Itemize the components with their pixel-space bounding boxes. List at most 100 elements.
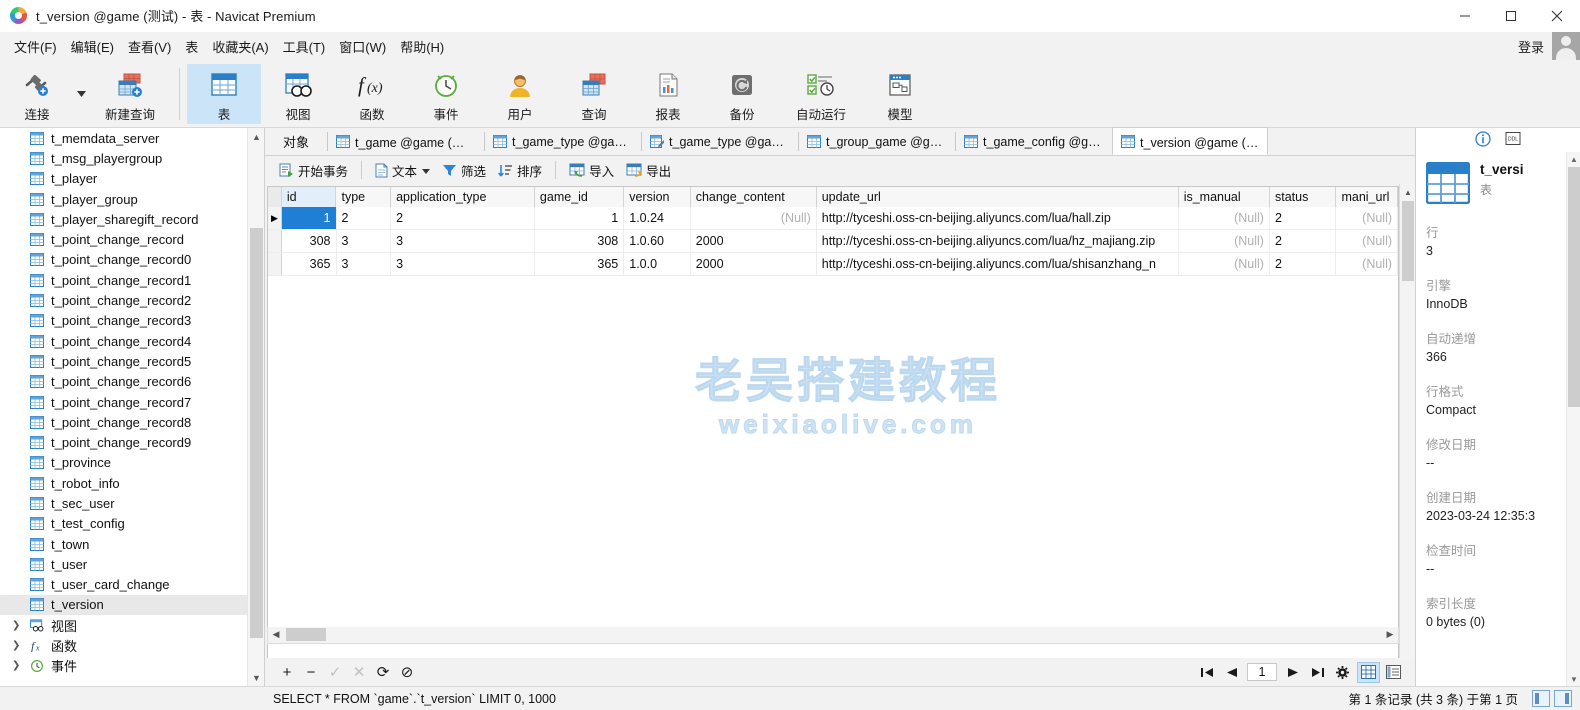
toolbar-connection[interactable]: 连接 bbox=[0, 64, 74, 124]
grid-view-icon[interactable] bbox=[1357, 662, 1380, 683]
cell-change_content[interactable]: (Null) bbox=[691, 207, 817, 229]
text-dropdown-icon[interactable] bbox=[422, 163, 430, 177]
cell-is_manual[interactable]: (Null) bbox=[1179, 253, 1270, 275]
sort-button[interactable]: 排序 bbox=[492, 158, 548, 182]
toolbar-user[interactable]: 用户 bbox=[483, 64, 557, 124]
sidebar-item-t_memdata_server[interactable]: t_memdata_server bbox=[0, 128, 247, 148]
cell-status[interactable]: 2 bbox=[1270, 207, 1337, 229]
sidebar-item-t_point_change_record0[interactable]: t_point_change_record0 bbox=[0, 250, 247, 270]
sidebar-item-t_test_config[interactable]: t_test_config bbox=[0, 514, 247, 534]
grid-scroll-right-icon[interactable]: ▶ bbox=[1382, 627, 1398, 642]
toolbar-model[interactable]: 模型 bbox=[863, 64, 937, 124]
cell-id[interactable]: 365 bbox=[282, 253, 337, 275]
page-number-input[interactable]: 1 bbox=[1247, 663, 1277, 681]
first-page-icon[interactable] bbox=[1194, 661, 1219, 683]
column-header-update_url[interactable]: update_url bbox=[817, 187, 1179, 207]
toolbar-table[interactable]: 表 bbox=[187, 64, 261, 124]
delete-record-button[interactable]: − bbox=[299, 661, 323, 683]
cell-game_id[interactable]: 365 bbox=[535, 253, 624, 275]
sidebar-item-t_player_sharegift_record[interactable]: t_player_sharegift_record bbox=[0, 209, 247, 229]
objects-tab[interactable]: 对象 bbox=[265, 127, 327, 155]
cell-is_manual[interactable]: (Null) bbox=[1179, 207, 1270, 229]
editor-tab-3[interactable]: t_group_game @gam... bbox=[799, 128, 955, 155]
editor-tab-0[interactable]: t_game @game (测试) ... bbox=[328, 128, 484, 155]
cell-application_type[interactable]: 2 bbox=[391, 207, 535, 229]
sidebar-item-t_point_change_record3[interactable]: t_point_change_record3 bbox=[0, 311, 247, 331]
sidebar-item-t_user[interactable]: t_user bbox=[0, 554, 247, 574]
begin-transaction-button[interactable]: 开始事务 bbox=[273, 158, 354, 182]
toolbar-backup[interactable]: 备份 bbox=[705, 64, 779, 124]
info-scroll-thumb[interactable] bbox=[1568, 167, 1580, 407]
form-view-icon[interactable] bbox=[1382, 662, 1405, 683]
prev-page-icon[interactable] bbox=[1219, 661, 1244, 683]
grid-scroll-up-icon[interactable]: ▲ bbox=[1400, 184, 1416, 200]
column-header-change_content[interactable]: change_content bbox=[691, 187, 817, 207]
column-header-version[interactable]: version bbox=[624, 187, 690, 207]
chevron-right-icon[interactable]: ❯ bbox=[12, 620, 24, 631]
menu-favorites[interactable]: 收藏夹(A) bbox=[205, 33, 275, 60]
grid-vertical-scrollbar[interactable]: ▲ ▼ bbox=[1399, 184, 1415, 710]
cell-id[interactable]: 1 bbox=[282, 207, 337, 229]
sidebar-item-t_msg_playergroup[interactable]: t_msg_playergroup bbox=[0, 148, 247, 168]
menu-help[interactable]: 帮助(H) bbox=[393, 33, 451, 60]
sidebar-item-t_point_change_record4[interactable]: t_point_change_record4 bbox=[0, 331, 247, 351]
sidebar-item-t_point_change_record8[interactable]: t_point_change_record8 bbox=[0, 412, 247, 432]
grid-scroll-left-icon[interactable]: ◀ bbox=[268, 627, 284, 642]
menu-window[interactable]: 窗口(W) bbox=[332, 33, 393, 60]
sidebar-scrollbar[interactable]: ▲ ▼ bbox=[247, 128, 264, 686]
toolbar-query[interactable]: 查询 bbox=[557, 64, 631, 124]
login-button[interactable]: 登录 bbox=[1518, 37, 1544, 56]
cell-version[interactable]: 1.0.60 bbox=[624, 230, 691, 252]
toolbar-new-query[interactable]: 新建查询 bbox=[88, 64, 172, 124]
text-button[interactable]: 文本 bbox=[369, 158, 436, 182]
chevron-right-icon[interactable]: ❯ bbox=[12, 660, 24, 671]
cell-id[interactable]: 308 bbox=[282, 230, 337, 252]
cell-mani_url[interactable]: (Null) bbox=[1336, 253, 1398, 275]
filter-button[interactable]: 筛选 bbox=[436, 158, 492, 182]
sidebar-item-t_player_group[interactable]: t_player_group bbox=[0, 189, 247, 209]
cell-type[interactable]: 2 bbox=[337, 207, 392, 229]
column-header-type[interactable]: type bbox=[336, 187, 391, 207]
grid-vscroll-thumb[interactable] bbox=[1402, 201, 1414, 281]
info-panel-scrollbar[interactable]: ▲ ▼ bbox=[1566, 152, 1580, 686]
sidebar-item-t_player[interactable]: t_player bbox=[0, 169, 247, 189]
cell-mani_url[interactable]: (Null) bbox=[1336, 230, 1398, 252]
sidebar-item---[interactable]: ❯视图 bbox=[0, 615, 247, 635]
column-header-id[interactable]: id bbox=[282, 187, 337, 207]
editor-tab-1[interactable]: t_game_type @game (... bbox=[485, 128, 641, 155]
grid-horizontal-scrollbar[interactable]: ◀ ▶ bbox=[267, 627, 1399, 644]
toolbar-automation[interactable]: 自动运行 bbox=[779, 64, 863, 124]
cell-type[interactable]: 3 bbox=[337, 253, 392, 275]
sidebar-item-t_sec_user[interactable]: t_sec_user bbox=[0, 493, 247, 513]
cell-version[interactable]: 1.0.0 bbox=[624, 253, 691, 275]
sidebar-item---[interactable]: ❯fx函数 bbox=[0, 635, 247, 655]
table-row[interactable]: 365333651.0.02000http://tyceshi.oss-cn-b… bbox=[268, 253, 1398, 276]
sidebar-item-t_point_change_record6[interactable]: t_point_change_record6 bbox=[0, 372, 247, 392]
export-button[interactable]: 导出 bbox=[620, 158, 677, 182]
close-icon[interactable] bbox=[1534, 0, 1580, 32]
refresh-button[interactable]: ⟳ bbox=[371, 661, 395, 683]
left-pane-toggle-icon[interactable] bbox=[1532, 690, 1550, 707]
cell-type[interactable]: 3 bbox=[337, 230, 392, 252]
sidebar-scroll-thumb[interactable] bbox=[250, 228, 263, 638]
editor-tab-2[interactable]: t_game_type @game (... bbox=[642, 128, 798, 155]
menu-table[interactable]: 表 bbox=[178, 33, 205, 60]
gear-icon[interactable] bbox=[1330, 661, 1355, 683]
cell-status[interactable]: 2 bbox=[1270, 230, 1337, 252]
cell-change_content[interactable]: 2000 bbox=[691, 253, 817, 275]
cell-is_manual[interactable]: (Null) bbox=[1179, 230, 1270, 252]
menu-file[interactable]: 文件(F) bbox=[7, 33, 64, 60]
cell-version[interactable]: 1.0.24 bbox=[624, 207, 691, 229]
toolbar-view[interactable]: 视图 bbox=[261, 64, 335, 124]
toolbar-function[interactable]: f (x) 函数 bbox=[335, 64, 409, 124]
grid-hscroll-thumb[interactable] bbox=[286, 628, 326, 641]
sidebar-scroll-down-icon[interactable]: ▼ bbox=[248, 669, 265, 686]
cell-game_id[interactable]: 308 bbox=[535, 230, 624, 252]
sidebar-item-t_point_change_record5[interactable]: t_point_change_record5 bbox=[0, 351, 247, 371]
cell-status[interactable]: 2 bbox=[1270, 253, 1337, 275]
import-button[interactable]: 导入 bbox=[563, 158, 620, 182]
row-marker[interactable]: ▶ bbox=[268, 207, 282, 229]
cell-update_url[interactable]: http://tyceshi.oss-cn-beijing.aliyuncs.c… bbox=[817, 207, 1179, 229]
sidebar-item-t_point_change_record9[interactable]: t_point_change_record9 bbox=[0, 432, 247, 452]
cell-change_content[interactable]: 2000 bbox=[691, 230, 817, 252]
